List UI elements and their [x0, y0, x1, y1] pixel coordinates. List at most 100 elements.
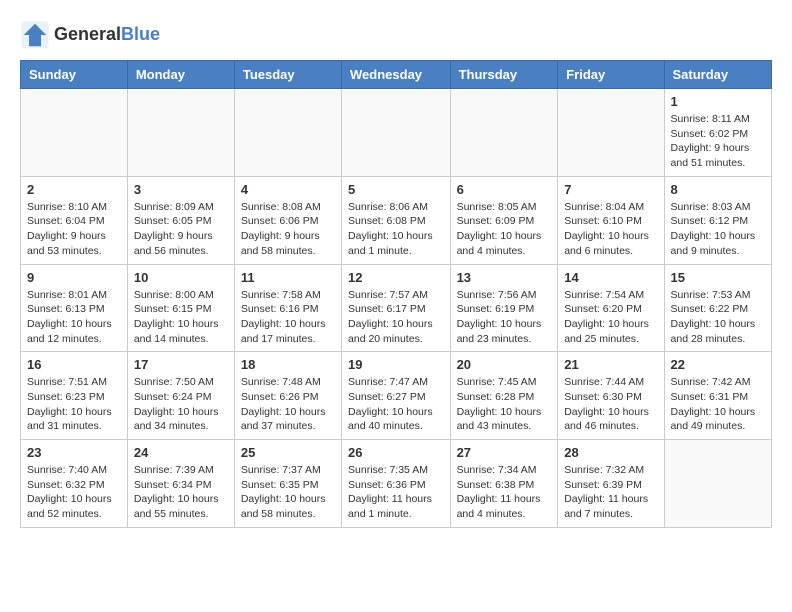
day-number: 2	[27, 182, 121, 197]
calendar-cell: 19 Sunrise: 7:47 AM Sunset: 6:27 PM Dayli…	[342, 352, 451, 440]
calendar-cell: 15 Sunrise: 7:53 AM Sunset: 6:22 PM Dayli…	[664, 264, 771, 352]
weekday-header-tuesday: Tuesday	[234, 61, 341, 89]
day-info: Sunrise: 7:58 AM Sunset: 6:16 PM Dayligh…	[241, 288, 335, 347]
day-info: Sunrise: 7:47 AM Sunset: 6:27 PM Dayligh…	[348, 375, 444, 434]
day-info: Sunrise: 7:32 AM Sunset: 6:39 PM Dayligh…	[564, 463, 657, 522]
calendar-cell: 25 Sunrise: 7:37 AM Sunset: 6:35 PM Dayli…	[234, 440, 341, 528]
day-info: Sunrise: 8:05 AM Sunset: 6:09 PM Dayligh…	[457, 200, 552, 259]
calendar-cell: 7Sunrise: 8:04 AM Sunset: 6:10 PM Daylig…	[558, 176, 664, 264]
day-info: Sunrise: 7:39 AM Sunset: 6:34 PM Dayligh…	[134, 463, 228, 522]
calendar-cell: 3Sunrise: 8:09 AM Sunset: 6:05 PM Daylig…	[127, 176, 234, 264]
weekday-header-row: SundayMondayTuesdayWednesdayThursdayFrid…	[21, 61, 772, 89]
calendar-cell: 6 Sunrise: 8:05 AM Sunset: 6:09 PM Daylig…	[450, 176, 558, 264]
day-info: Sunrise: 8:09 AM Sunset: 6:05 PM Dayligh…	[134, 200, 228, 259]
calendar-cell: 26 Sunrise: 7:35 AM Sunset: 6:36 PM Dayli…	[342, 440, 451, 528]
day-number: 9	[27, 270, 121, 285]
day-number: 28	[564, 445, 657, 460]
logo: GeneralBlue	[20, 20, 160, 50]
day-number: 1	[671, 94, 765, 109]
weekday-header-saturday: Saturday	[664, 61, 771, 89]
weekday-header-wednesday: Wednesday	[342, 61, 451, 89]
calendar-cell: 8 Sunrise: 8:03 AM Sunset: 6:12 PM Daylig…	[664, 176, 771, 264]
day-info: Sunrise: 7:40 AM Sunset: 6:32 PM Dayligh…	[27, 463, 121, 522]
day-number: 10	[134, 270, 228, 285]
day-info: Sunrise: 8:01 AM Sunset: 6:13 PM Dayligh…	[27, 288, 121, 347]
weekday-header-sunday: Sunday	[21, 61, 128, 89]
day-number: 17	[134, 357, 228, 372]
calendar-cell: 22Sunrise: 7:42 AM Sunset: 6:31 PM Dayli…	[664, 352, 771, 440]
calendar-cell: 11 Sunrise: 7:58 AM Sunset: 6:16 PM Dayli…	[234, 264, 341, 352]
calendar-cell: 2 Sunrise: 8:10 AM Sunset: 6:04 PM Daylig…	[21, 176, 128, 264]
day-number: 11	[241, 270, 335, 285]
day-info: Sunrise: 8:00 AM Sunset: 6:15 PM Dayligh…	[134, 288, 228, 347]
day-number: 15	[671, 270, 765, 285]
day-info: Sunrise: 7:57 AM Sunset: 6:17 PM Dayligh…	[348, 288, 444, 347]
day-info: Sunrise: 8:06 AM Sunset: 6:08 PM Dayligh…	[348, 200, 444, 259]
day-info: Sunrise: 8:03 AM Sunset: 6:12 PM Dayligh…	[671, 200, 765, 259]
calendar-cell: 20 Sunrise: 7:45 AM Sunset: 6:28 PM Dayli…	[450, 352, 558, 440]
day-number: 12	[348, 270, 444, 285]
calendar-cell	[664, 440, 771, 528]
week-row-4: 23 Sunrise: 7:40 AM Sunset: 6:32 PM Dayli…	[21, 440, 772, 528]
day-number: 27	[457, 445, 552, 460]
calendar-cell: 5 Sunrise: 8:06 AM Sunset: 6:08 PM Daylig…	[342, 176, 451, 264]
day-info: Sunrise: 7:53 AM Sunset: 6:22 PM Dayligh…	[671, 288, 765, 347]
day-number: 26	[348, 445, 444, 460]
day-number: 7	[564, 182, 657, 197]
calendar-cell: 17 Sunrise: 7:50 AM Sunset: 6:24 PM Dayli…	[127, 352, 234, 440]
day-info: Sunrise: 7:51 AM Sunset: 6:23 PM Dayligh…	[27, 375, 121, 434]
week-row-0: 1 Sunrise: 8:11 AM Sunset: 6:02 PM Daylig…	[21, 89, 772, 177]
calendar: SundayMondayTuesdayWednesdayThursdayFrid…	[20, 60, 772, 528]
calendar-cell: 28 Sunrise: 7:32 AM Sunset: 6:39 PM Dayli…	[558, 440, 664, 528]
logo-icon	[20, 20, 50, 50]
logo-blue: Blue	[121, 24, 160, 44]
calendar-cell: 10 Sunrise: 8:00 AM Sunset: 6:15 PM Dayli…	[127, 264, 234, 352]
calendar-cell	[342, 89, 451, 177]
calendar-cell	[127, 89, 234, 177]
day-info: Sunrise: 7:45 AM Sunset: 6:28 PM Dayligh…	[457, 375, 552, 434]
calendar-cell: 4Sunrise: 8:08 AM Sunset: 6:06 PM Daylig…	[234, 176, 341, 264]
day-number: 22	[671, 357, 765, 372]
calendar-cell: 12 Sunrise: 7:57 AM Sunset: 6:17 PM Dayli…	[342, 264, 451, 352]
day-number: 14	[564, 270, 657, 285]
day-info: Sunrise: 7:37 AM Sunset: 6:35 PM Dayligh…	[241, 463, 335, 522]
calendar-cell	[234, 89, 341, 177]
calendar-cell	[21, 89, 128, 177]
day-number: 5	[348, 182, 444, 197]
weekday-header-thursday: Thursday	[450, 61, 558, 89]
day-info: Sunrise: 7:35 AM Sunset: 6:36 PM Dayligh…	[348, 463, 444, 522]
day-info: Sunrise: 7:34 AM Sunset: 6:38 PM Dayligh…	[457, 463, 552, 522]
header: GeneralBlue	[20, 20, 772, 50]
calendar-cell: 27 Sunrise: 7:34 AM Sunset: 6:38 PM Dayli…	[450, 440, 558, 528]
day-number: 6	[457, 182, 552, 197]
weekday-header-monday: Monday	[127, 61, 234, 89]
day-number: 16	[27, 357, 121, 372]
calendar-cell	[558, 89, 664, 177]
day-number: 8	[671, 182, 765, 197]
day-info: Sunrise: 7:50 AM Sunset: 6:24 PM Dayligh…	[134, 375, 228, 434]
calendar-cell: 23 Sunrise: 7:40 AM Sunset: 6:32 PM Dayli…	[21, 440, 128, 528]
day-number: 13	[457, 270, 552, 285]
day-info: Sunrise: 8:10 AM Sunset: 6:04 PM Dayligh…	[27, 200, 121, 259]
calendar-cell: 14Sunrise: 7:54 AM Sunset: 6:20 PM Dayli…	[558, 264, 664, 352]
calendar-cell: 13 Sunrise: 7:56 AM Sunset: 6:19 PM Dayli…	[450, 264, 558, 352]
day-info: Sunrise: 8:11 AM Sunset: 6:02 PM Dayligh…	[671, 112, 765, 171]
calendar-cell: 21 Sunrise: 7:44 AM Sunset: 6:30 PM Dayli…	[558, 352, 664, 440]
calendar-cell: 24Sunrise: 7:39 AM Sunset: 6:34 PM Dayli…	[127, 440, 234, 528]
day-number: 20	[457, 357, 552, 372]
day-number: 4	[241, 182, 335, 197]
week-row-1: 2 Sunrise: 8:10 AM Sunset: 6:04 PM Daylig…	[21, 176, 772, 264]
weekday-header-friday: Friday	[558, 61, 664, 89]
day-number: 19	[348, 357, 444, 372]
day-info: Sunrise: 7:48 AM Sunset: 6:26 PM Dayligh…	[241, 375, 335, 434]
week-row-3: 16 Sunrise: 7:51 AM Sunset: 6:23 PM Dayli…	[21, 352, 772, 440]
day-info: Sunrise: 7:44 AM Sunset: 6:30 PM Dayligh…	[564, 375, 657, 434]
logo-general: General	[54, 24, 121, 44]
day-number: 25	[241, 445, 335, 460]
day-info: Sunrise: 7:56 AM Sunset: 6:19 PM Dayligh…	[457, 288, 552, 347]
day-number: 21	[564, 357, 657, 372]
day-number: 23	[27, 445, 121, 460]
calendar-cell	[450, 89, 558, 177]
calendar-cell: 16 Sunrise: 7:51 AM Sunset: 6:23 PM Dayli…	[21, 352, 128, 440]
calendar-cell: 1 Sunrise: 8:11 AM Sunset: 6:02 PM Daylig…	[664, 89, 771, 177]
